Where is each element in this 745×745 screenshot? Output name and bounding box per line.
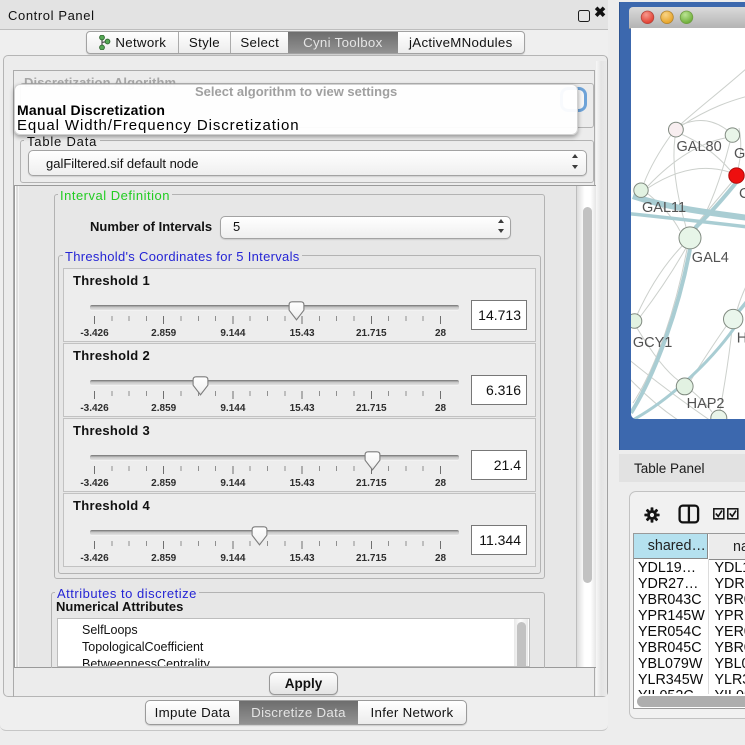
svg-text:GAL4: GAL4 (692, 250, 729, 266)
svg-text:GAL80: GAL80 (677, 139, 722, 155)
svg-text:HAP2: HAP2 (687, 396, 725, 412)
svg-text:GCY1: GCY1 (633, 335, 673, 351)
svg-text:CY: CY (739, 186, 745, 202)
svg-text:GA: GA (734, 146, 745, 162)
svg-text:GAL11: GAL11 (642, 200, 686, 216)
svg-text:H: H (737, 331, 745, 347)
